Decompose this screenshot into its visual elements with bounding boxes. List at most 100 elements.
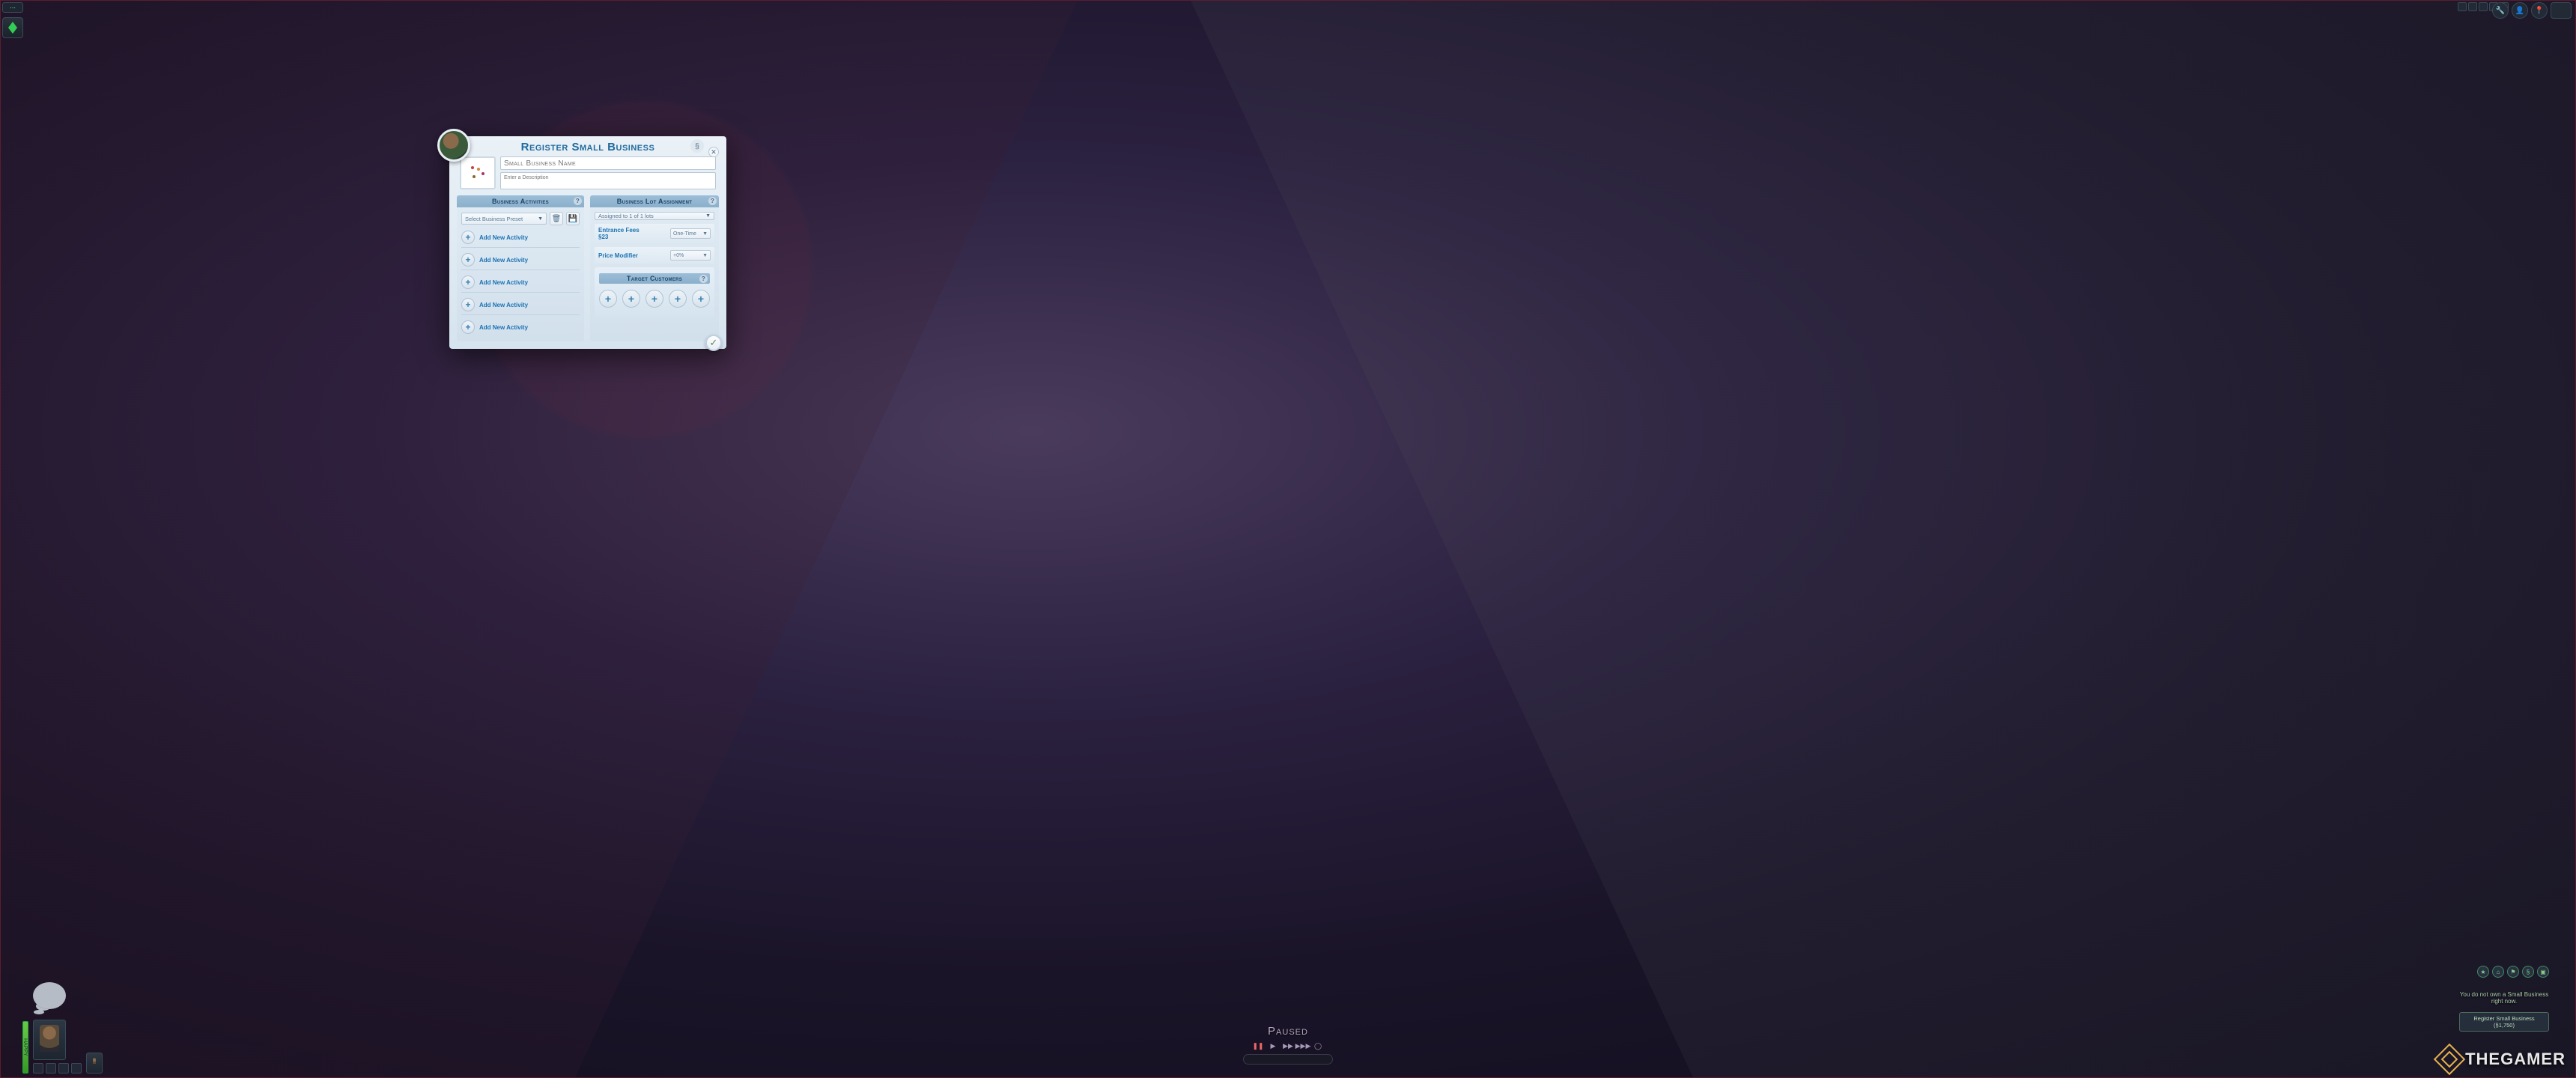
plus-icon: + — [461, 320, 475, 334]
add-target-customer-button[interactable]: + — [645, 290, 663, 308]
price-modifier-row: Price Modifier +0% ▼ — [595, 247, 714, 264]
camera-button[interactable]: ◯ — [1313, 1041, 1323, 1051]
activity-label: Add New Activity — [479, 234, 528, 241]
business-description-input[interactable] — [500, 172, 716, 189]
lot-header-label: Business Lot Assignment — [617, 198, 692, 205]
play-button[interactable]: ▶ — [1268, 1041, 1278, 1051]
chevron-down-icon: ▼ — [702, 253, 708, 258]
aspiration-icon[interactable]: ★ — [2477, 966, 2489, 978]
pack-indicator[interactable]: ⋯ — [2, 2, 23, 13]
palette-icon — [467, 162, 489, 184]
mood-bar[interactable]: HAPPY — [22, 1021, 28, 1074]
map-button[interactable]: 📍 — [2531, 2, 2548, 19]
business-icon[interactable]: § — [2522, 966, 2534, 978]
price-modifier-value: +0% — [673, 253, 684, 258]
business-preset-dropdown[interactable]: Select Business Preset ▼ — [461, 213, 547, 225]
hud-top-right: 🔧 👤 📍 — [2492, 2, 2572, 19]
activity-label: Add New Activity — [479, 302, 528, 308]
business-name-input[interactable] — [500, 156, 716, 170]
notification-icon[interactable] — [2458, 2, 2467, 11]
register-business-button[interactable]: Register Small Business (§1,750) — [2459, 1012, 2549, 1032]
target-help-button[interactable]: ? — [699, 275, 708, 283]
chevron-down-icon: ▼ — [705, 213, 711, 219]
save-preset-button[interactable]: 💾 — [566, 212, 580, 225]
target-customers-panel: Target Customers ? + + + + + — [595, 267, 714, 317]
hud-bottom-left: HAPPY — [22, 1020, 103, 1074]
lot-header: Business Lot Assignment ? — [590, 195, 719, 207]
add-target-customer-button[interactable]: + — [599, 290, 617, 308]
activity-label: Add New Activity — [479, 324, 528, 331]
lot-help-button[interactable]: ? — [708, 197, 717, 205]
price-modifier-label: Price Modifier — [598, 252, 638, 259]
dialog-header-row — [457, 156, 719, 195]
pause-button[interactable]: ❚❚ — [1253, 1041, 1263, 1051]
entrance-fee-row: Entrance Fees §23 One-Time ▼ — [595, 224, 714, 243]
activity-slot[interactable]: + Add New Activity — [461, 229, 580, 248]
inventory-icon[interactable]: ▣ — [2537, 966, 2549, 978]
activity-label: Add New Activity — [479, 279, 528, 286]
activity-slot[interactable]: + Add New Activity — [461, 252, 580, 270]
confirm-button[interactable]: ✓ — [705, 335, 722, 351]
activity-slot[interactable]: + Add New Activity — [461, 274, 580, 293]
target-header: Target Customers ? — [599, 273, 710, 284]
delete-preset-button[interactable]: 🗑 — [550, 212, 563, 225]
manage-worlds-button[interactable]: 👤 — [2512, 2, 2528, 19]
dialog-title: Register Small Business — [449, 136, 726, 156]
check-icon: ✓ — [710, 337, 718, 349]
lot-assignment-panel: Business Lot Assignment ? Assigned to 1 … — [590, 195, 719, 341]
main-menu-button[interactable] — [2, 17, 23, 38]
sim-portrait[interactable] — [33, 1020, 66, 1060]
ultra-speed-button[interactable]: ▶▶▶ — [1298, 1041, 1308, 1051]
entrance-fee-value: §23 — [598, 234, 640, 240]
activity-slot[interactable]: + Add New Activity — [461, 319, 580, 337]
time-controls: Paused ❚❚ ▶ ▶▶ ▶▶▶ ◯ — [1243, 1025, 1333, 1065]
target-header-label: Target Customers — [627, 275, 682, 282]
chevron-down-icon: ▼ — [538, 216, 543, 222]
plus-icon: + — [461, 253, 475, 267]
sim-avatar — [437, 129, 470, 162]
activity-slot[interactable]: + Add New Activity — [461, 296, 580, 315]
clock-bar[interactable] — [1243, 1054, 1333, 1065]
add-target-customer-button[interactable]: + — [622, 290, 640, 308]
close-button[interactable]: ✕ — [708, 147, 719, 157]
lot-assignment-dropdown[interactable]: Assigned to 1 of 1 lots ▼ — [595, 212, 714, 220]
activities-help-button[interactable]: ? — [574, 197, 582, 205]
needs-tab[interactable] — [33, 1063, 43, 1074]
notification-icon[interactable] — [2479, 2, 2488, 11]
watermark: THEGAMER — [2438, 1048, 2566, 1071]
skills-tab[interactable] — [46, 1063, 56, 1074]
entrance-fee-label: Entrance Fees — [598, 227, 640, 234]
fee-mode-label: One-Time — [673, 231, 696, 237]
thought-bubble — [33, 982, 66, 1009]
fast-forward-button[interactable]: ▶▶ — [1283, 1041, 1293, 1051]
lot-dropdown-label: Assigned to 1 of 1 lots — [598, 213, 654, 219]
add-target-customer-button[interactable]: + — [669, 290, 687, 308]
career-tab[interactable] — [71, 1063, 82, 1074]
no-business-message: You do not own a Small Business right no… — [2459, 991, 2549, 1005]
relationships-tab[interactable] — [58, 1063, 69, 1074]
business-activities-panel: Business Activities ? Select Business Pr… — [457, 195, 584, 341]
price-modifier-dropdown[interactable]: +0% ▼ — [670, 250, 711, 261]
fee-mode-dropdown[interactable]: One-Time ▼ — [670, 228, 711, 239]
add-target-customer-button[interactable]: + — [692, 290, 710, 308]
plus-icon: + — [461, 231, 475, 244]
save-icon: 💾 — [568, 215, 577, 223]
gallery-button[interactable] — [2551, 2, 2572, 19]
business-icon-picker[interactable] — [460, 156, 496, 189]
simoleon-icon: § — [690, 139, 704, 153]
preset-dropdown-label: Select Business Preset — [465, 216, 523, 222]
build-mode-button[interactable]: 🔧 — [2492, 2, 2509, 19]
plus-icon: + — [461, 298, 475, 311]
hud-top-left: ⋯ — [2, 2, 23, 38]
clubs-icon[interactable]: ⚑ — [2507, 966, 2519, 978]
notification-icon[interactable] — [2468, 2, 2477, 11]
trash-icon: 🗑 — [552, 215, 562, 223]
paused-label: Paused — [1243, 1025, 1333, 1038]
chevron-down-icon: ▼ — [702, 231, 708, 237]
activities-header: Business Activities ? — [457, 195, 584, 207]
career-icon[interactable]: ⌂ — [2492, 966, 2504, 978]
game-backdrop — [0, 0, 2576, 1078]
register-business-dialog: § ✕ Register Small Business Business Act… — [449, 136, 726, 349]
sim-portrait-small[interactable] — [86, 1053, 103, 1074]
plus-icon: + — [461, 275, 475, 289]
